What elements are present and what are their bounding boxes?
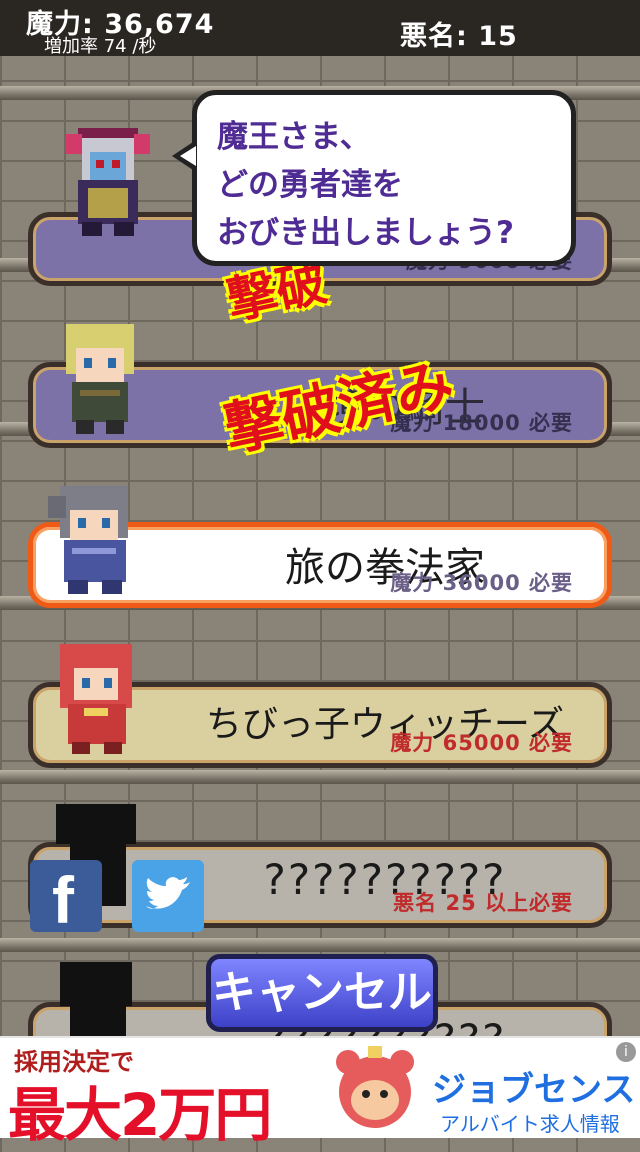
witches-sprite [46,638,146,758]
dialog-line: どの勇者達を [217,167,403,203]
dialog-line: おびき出しましょう? [217,215,514,251]
dialog-line: 魔王さま、 [217,119,371,155]
ad-brand: ジョブセンス [432,1070,636,1110]
twitter-share-button[interactable]: twitter [132,860,204,932]
twitter-bird-icon [146,877,190,909]
speech-bubble-tail-inner [180,146,196,166]
hero-requirement: 魔力 65000 必要 [390,731,573,755]
cancel-button[interactable]: キャンセル [206,954,438,1032]
infamy-counter: 悪名: 15 [400,21,518,52]
hero-requirement: 魔力 36000 必要 [390,571,573,595]
ad-subtitle: アルバイト求人情報 [440,1112,620,1136]
hero-requirement: 悪名 25 以上必要 [393,891,573,915]
facebook-icon: f [52,863,74,937]
demon-lord-sprite [58,118,158,238]
facebook-share-button[interactable]: f [30,860,102,937]
wall-ledge [0,938,640,952]
knight-sprite [50,318,150,438]
speech-bubble: 魔王さま、 どの勇者達を おびき出しましょう? [192,90,576,266]
ad-info-icon[interactable]: i [616,1042,636,1062]
locked-hero-silhouette [46,956,146,1036]
wall-ledge [0,770,640,784]
ad-bear-mascot [330,1042,420,1134]
ad-text-line2: 最大2万円 [8,1081,272,1149]
status-bar: 魔力: 36,674 増加率 74 /秒 悪名: 15 [0,0,640,57]
mana-rate: 増加率 74 /秒 [44,36,157,57]
martial-artist-sprite [44,478,144,598]
ad-banner[interactable]: 採用決定で 最大2万円 ジョブセンス アルバイト求人情報 i [0,1036,640,1149]
